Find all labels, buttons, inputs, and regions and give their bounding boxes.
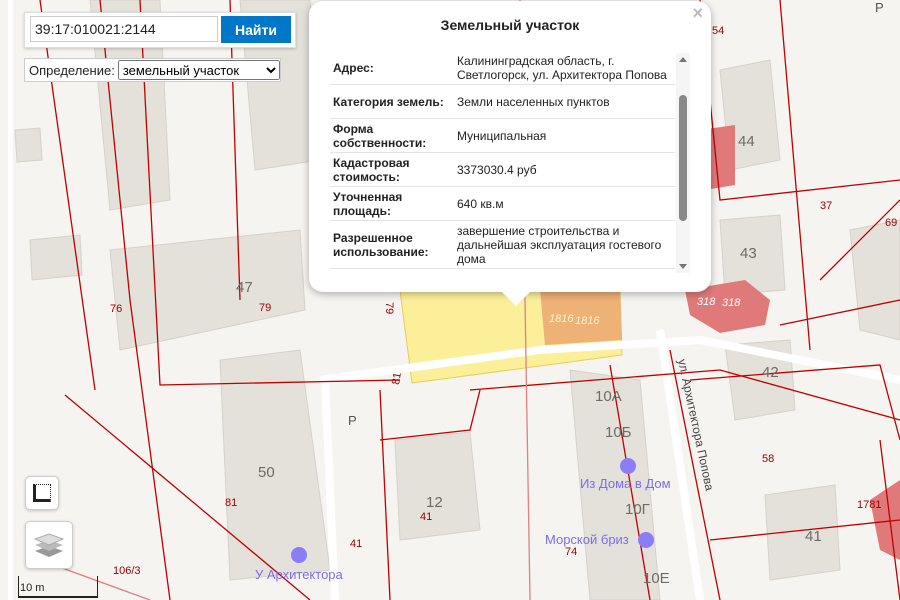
- parcel-info-popup: Земельный участок × Адрес: Калининградска…: [309, 1, 711, 306]
- building-number: 41: [805, 528, 822, 545]
- building-number: 50: [258, 464, 275, 481]
- parcel-label: 79: [259, 302, 271, 314]
- poi-label: Морской бриз: [545, 532, 629, 547]
- table-row: Форма собственности: Муниципальная: [330, 119, 675, 153]
- search-button[interactable]: Найти: [221, 16, 291, 43]
- row-value: Земли населенных пунктов: [457, 94, 610, 109]
- table-row: Категория земель: Земли населенных пункто…: [330, 85, 675, 119]
- row-key: Разрешенное использование:: [330, 221, 453, 268]
- measure-button[interactable]: [25, 476, 59, 510]
- hotel-icon: [620, 458, 636, 474]
- parcel-label: 37: [820, 200, 832, 212]
- parcel-label: 69: [885, 217, 897, 229]
- building-number: 10Б: [605, 424, 632, 441]
- scroll-up-icon[interactable]: [679, 57, 687, 62]
- poi-label: Из Дома в Дом: [580, 476, 671, 491]
- row-value: завершение строительства и дальнейшая эк…: [457, 223, 662, 266]
- building-number: 44: [738, 133, 755, 150]
- building-number: 42: [762, 364, 779, 381]
- row-value: 640 кв.м: [457, 196, 504, 211]
- parcel-label: 41: [420, 511, 432, 523]
- parcel-label: 1816: [549, 313, 574, 325]
- definition-select[interactable]: земельный участок: [117, 60, 280, 80]
- row-key: Категория земель:: [330, 85, 453, 118]
- parcel-label: 1781: [857, 499, 881, 511]
- building-number: 12: [426, 494, 443, 511]
- ruler-icon: [33, 484, 51, 502]
- parcel-label: 41: [350, 538, 362, 550]
- poi-label: У Архитектора: [255, 567, 344, 582]
- parcel-label: 81: [390, 371, 404, 385]
- table-row: Адрес: Калининградская область, г. Светло…: [330, 51, 675, 85]
- row-key: Кадастровая стоимость:: [330, 153, 453, 186]
- parcel-label: 54: [712, 25, 724, 37]
- scrollbar-thumb[interactable]: [679, 95, 687, 221]
- parcel-label: 58: [762, 453, 774, 465]
- table-row: Кадастровая стоимость: 3373030.4 руб: [330, 153, 675, 187]
- table-row: Уточненная площадь: 640 кв.м: [330, 187, 675, 221]
- search-box: Найти: [24, 12, 296, 48]
- popup-scrollbar[interactable]: [676, 53, 690, 273]
- row-value: Муниципальная: [457, 128, 547, 143]
- parcel-label: 1816: [575, 315, 600, 327]
- parcel-label: 81: [225, 497, 237, 509]
- building-number: 10А: [595, 388, 622, 405]
- layers-button[interactable]: [25, 521, 73, 569]
- parking-icon: P: [348, 413, 357, 428]
- row-value: 3373030.4 руб: [457, 162, 537, 177]
- building-number: 10Е: [643, 570, 670, 587]
- popup-title: Земельный участок: [440, 17, 580, 33]
- table-row: Разрешенное использование: завершение стр…: [330, 221, 675, 269]
- building-number: 10Г: [625, 501, 650, 518]
- parcel-info-table: Адрес: Калининградская область, г. Светло…: [330, 51, 675, 269]
- building-number: 43: [740, 245, 757, 262]
- cadastral-number-input[interactable]: [30, 16, 218, 42]
- hotel-icon: [291, 547, 307, 563]
- parking-icon: P: [875, 0, 884, 15]
- parcel-label: 318: [697, 296, 716, 308]
- parcel-label: 318: [722, 297, 741, 309]
- row-key: Форма собственности:: [330, 119, 453, 152]
- close-icon[interactable]: ×: [692, 3, 703, 24]
- definition-label: Определение:: [29, 62, 115, 78]
- row-key: Уточненная площадь:: [330, 187, 453, 220]
- scroll-down-icon[interactable]: [679, 264, 687, 269]
- parcel-label: 76: [110, 303, 122, 315]
- row-key: Адрес:: [330, 51, 453, 84]
- parcel-label: 79: [383, 302, 395, 314]
- briefcase-icon: [638, 532, 654, 548]
- row-value: Калининградская область, г. Светлогорск,…: [457, 53, 667, 82]
- parcel-label: 74: [565, 546, 577, 558]
- scale-bar: 10 m: [18, 576, 98, 598]
- parcel-label: 106/3: [113, 565, 141, 577]
- layers-icon: [34, 533, 64, 557]
- definition-control: Определение: земельный участок: [24, 58, 281, 82]
- building-number: 47: [236, 279, 253, 296]
